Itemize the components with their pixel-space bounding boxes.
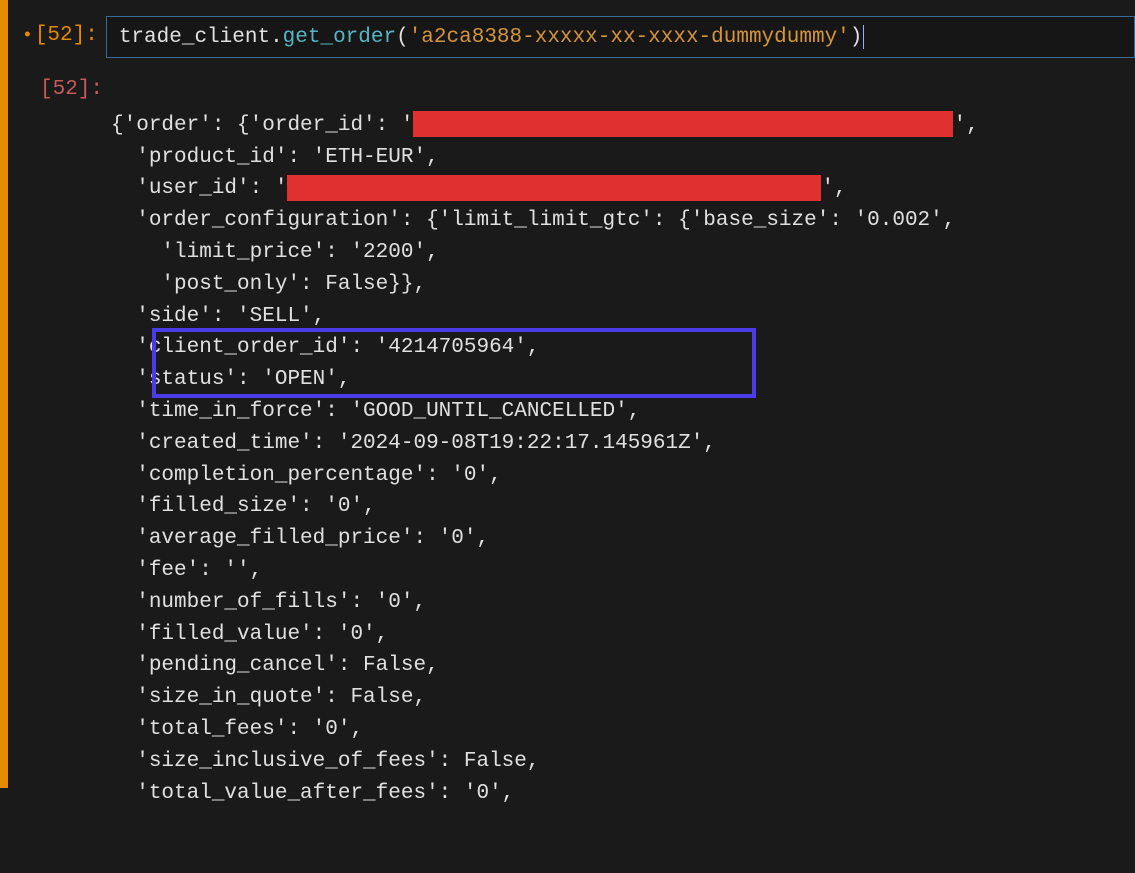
output-line: 'limit_price': '2200', bbox=[111, 241, 439, 264]
output-line: 'fee': '', bbox=[111, 559, 262, 582]
output-row: [52]: {'order': {'order_id': ' ', 'produc… bbox=[10, 78, 1135, 873]
input-row: •[52]: trade_client.get_order('a2ca8388-… bbox=[10, 16, 1135, 58]
output-line: 'completion_percentage': '0', bbox=[111, 464, 502, 487]
notebook-cell: •[52]: trade_client.get_order('a2ca8388-… bbox=[0, 0, 1135, 873]
output-line: ', bbox=[953, 114, 978, 137]
output-line: 'side': 'SELL', bbox=[111, 305, 325, 328]
output-line: 'total_value_after_fees': '0', bbox=[111, 782, 514, 805]
output-line: 'status': 'OPEN', bbox=[111, 368, 350, 391]
output-line: 'total_fees': '0', bbox=[111, 718, 363, 741]
code-token-dot: . bbox=[270, 26, 283, 49]
cell-execution-indicator bbox=[0, 0, 8, 788]
output-line: 'user_id': ' bbox=[111, 177, 287, 200]
output-line: 'average_filled_price': '0', bbox=[111, 527, 489, 550]
code-token-close: ) bbox=[850, 26, 863, 49]
output-line: 'time_in_force': 'GOOD_UNTIL_CANCELLED', bbox=[111, 400, 640, 423]
input-prompt: •[52]: bbox=[10, 16, 106, 47]
code-token-var: trade_client bbox=[119, 26, 270, 49]
output-prompt-label: [52]: bbox=[40, 78, 103, 101]
code-input[interactable]: trade_client.get_order('a2ca8388-xxxxx-x… bbox=[106, 16, 1135, 58]
output-line: 'created_time': '2024-09-08T19:22:17.145… bbox=[111, 432, 716, 455]
text-cursor bbox=[863, 25, 864, 49]
output-line: 'order_configuration': {'limit_limit_gtc… bbox=[111, 209, 955, 232]
output-line: 'size_in_quote': False, bbox=[111, 686, 426, 709]
redacted-user-id bbox=[287, 175, 821, 201]
code-token-open: ( bbox=[396, 26, 409, 49]
output-line: 'size_inclusive_of_fees': False, bbox=[111, 750, 539, 773]
modified-dot-icon: • bbox=[22, 26, 33, 46]
input-prompt-label: [52]: bbox=[35, 24, 98, 47]
output-line: 'filled_size': '0', bbox=[111, 495, 376, 518]
output-text[interactable]: {'order': {'order_id': ' ', 'product_id':… bbox=[111, 78, 979, 873]
output-line: 'post_only': False}}, bbox=[111, 273, 426, 296]
code-token-func: get_order bbox=[283, 26, 396, 49]
output-line: 'client_order_id': '4214705964', bbox=[111, 336, 539, 359]
code-token-string-arg: 'a2ca8388-xxxxx-xx-xxxx-dummydummy' bbox=[409, 26, 850, 49]
output-prompt: [52]: bbox=[10, 78, 111, 101]
redacted-order-id bbox=[413, 111, 953, 137]
output-line: ', bbox=[821, 177, 846, 200]
output-line: 'pending_cancel': False, bbox=[111, 654, 439, 677]
output-line: 'number_of_fills': '0', bbox=[111, 591, 426, 614]
output-line: 'filled_value': '0', bbox=[111, 623, 388, 646]
output-line: 'product_id': 'ETH-EUR', bbox=[111, 146, 439, 169]
output-line: {'order': {'order_id': ' bbox=[111, 114, 413, 137]
